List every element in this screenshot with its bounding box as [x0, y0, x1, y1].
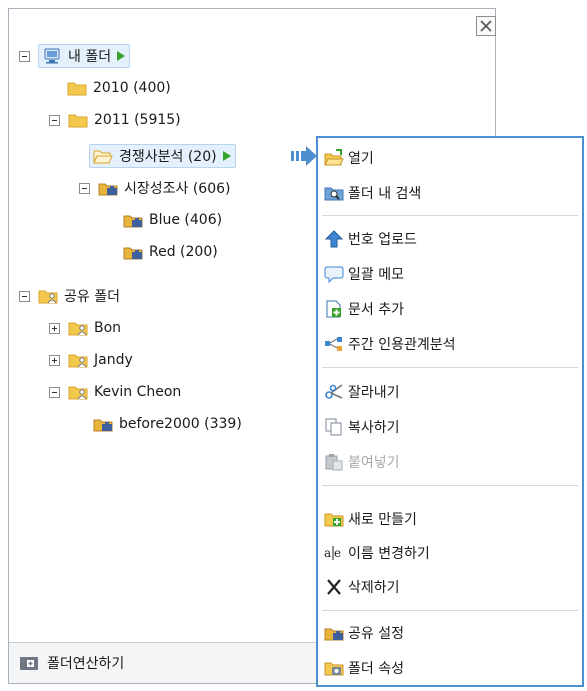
- submenu-pointer-icon: [291, 146, 317, 166]
- play-arrow-icon[interactable]: [117, 51, 126, 61]
- tree-item-kevin-cheon[interactable]: Kevin Cheon: [49, 379, 181, 405]
- menu-item-search-in-folder[interactable]: 폴더 내 검색: [324, 179, 421, 207]
- menu-item-add-document[interactable]: 문서 추가: [324, 295, 404, 323]
- tree-item-shared-folder[interactable]: 공유 폴더: [19, 283, 120, 309]
- collapse-toggle[interactable]: [49, 386, 60, 398]
- scissors-icon: [324, 383, 344, 401]
- menu-item-cut[interactable]: 잘라내기: [324, 378, 400, 406]
- tree-label: 내 폴더: [68, 49, 112, 65]
- menu-separator: [322, 367, 578, 368]
- folder-add-icon: [19, 654, 39, 672]
- menu-item-new-folder[interactable]: 새로 만들기: [324, 505, 417, 533]
- paste-icon: [324, 453, 344, 471]
- tree-label: Blue (406): [149, 212, 223, 228]
- open-folder-icon: [93, 147, 113, 165]
- svg-text:a: a: [324, 546, 331, 560]
- shared-folder-icon: [38, 287, 58, 305]
- folder-properties-icon: [324, 659, 344, 677]
- menu-item-delete[interactable]: 삭제하기: [324, 573, 400, 601]
- play-arrow-icon[interactable]: [222, 151, 231, 161]
- collapse-toggle[interactable]: [79, 182, 90, 194]
- tree-item-blue[interactable]: Blue (406): [123, 207, 222, 233]
- new-folder-icon: [324, 510, 344, 528]
- tree-item-market-research[interactable]: 시장성조사 (606): [79, 175, 231, 201]
- computer-icon: [42, 47, 62, 65]
- folder-icon: [67, 79, 87, 97]
- menu-item-number-upload[interactable]: 번호 업로드: [324, 225, 417, 253]
- menu-item-citation-analysis[interactable]: 주간 인용관계분석: [324, 330, 456, 358]
- tree-item-red[interactable]: Red (200): [123, 239, 218, 265]
- case-folder-icon: [93, 415, 113, 433]
- menu-item-batch-memo[interactable]: 일괄 메모: [324, 260, 404, 288]
- svg-text:e: e: [334, 546, 341, 560]
- tree-label: Jandy: [94, 352, 133, 368]
- shared-folder-icon: [68, 383, 88, 401]
- tree-item-2010[interactable]: 2010 (400): [67, 75, 171, 101]
- menu-separator: [322, 610, 578, 611]
- highlighted-node[interactable]: 경쟁사분석 (20): [89, 144, 236, 168]
- expand-toggle[interactable]: [49, 354, 60, 366]
- tree-label: 시장성조사 (606): [124, 181, 231, 197]
- case-folder-icon: [123, 211, 143, 229]
- folder-operations-label[interactable]: 폴더연산하기: [47, 653, 124, 673]
- collapse-toggle[interactable]: [19, 290, 30, 302]
- tree-label: 경쟁사분석 (20): [119, 149, 217, 165]
- case-folder-icon: [123, 243, 143, 261]
- share-folder-icon: [324, 624, 344, 642]
- folder-icon: [68, 111, 88, 129]
- speech-bubble-icon: [324, 265, 344, 283]
- tree-item-competitor-analysis[interactable]: 경쟁사분석 (20): [89, 143, 236, 169]
- tree-label: 2010 (400): [93, 80, 171, 96]
- close-button[interactable]: [476, 16, 496, 36]
- collapse-toggle[interactable]: [49, 114, 60, 126]
- tree-item-my-folder[interactable]: 내 폴더: [19, 43, 131, 69]
- open-folder-icon: [324, 149, 344, 167]
- tree-label: Bon: [94, 320, 122, 336]
- tree-label: 공유 폴더: [64, 289, 120, 305]
- tree-label: Kevin Cheon: [94, 384, 182, 400]
- shared-folder-icon: [68, 319, 88, 337]
- menu-item-open[interactable]: 열기: [324, 144, 374, 172]
- expand-toggle[interactable]: [49, 322, 60, 334]
- tree-label: 2011 (5915): [94, 112, 181, 128]
- document-add-icon: [324, 300, 344, 318]
- menu-item-share-settings[interactable]: 공유 설정: [324, 619, 404, 647]
- rename-icon: ae: [324, 544, 344, 562]
- case-folder-icon: [98, 179, 118, 197]
- menu-item-rename[interactable]: ae 이름 변경하기: [324, 539, 430, 567]
- network-icon: [324, 335, 344, 353]
- tree-label: before2000 (339): [119, 416, 242, 432]
- menu-item-copy[interactable]: 복사하기: [324, 413, 400, 441]
- shared-folder-icon: [68, 351, 88, 369]
- collapse-toggle[interactable]: [19, 50, 30, 62]
- upload-arrow-icon: [324, 230, 344, 248]
- menu-separator: [322, 215, 578, 216]
- tree-label: Red (200): [149, 244, 218, 260]
- menu-item-folder-properties[interactable]: 폴더 속성: [324, 654, 404, 682]
- delete-x-icon: [324, 578, 344, 596]
- tree-item-before2000[interactable]: before2000 (339): [93, 411, 242, 437]
- copy-icon: [324, 418, 344, 436]
- folder-search-icon: [324, 184, 344, 202]
- menu-item-paste[interactable]: 붙여넣기: [324, 448, 400, 476]
- tree-item-jandy[interactable]: Jandy: [49, 347, 133, 373]
- tree-item-2011[interactable]: 2011 (5915): [49, 107, 181, 133]
- selected-node[interactable]: 내 폴더: [38, 44, 131, 68]
- context-menu: 열기 폴더 내 검색 번호 업로드 일괄 메모 문서 추가 주간 인용관계분석: [316, 136, 584, 687]
- menu-separator: [322, 485, 578, 486]
- close-icon: [480, 20, 492, 32]
- tree-item-bon[interactable]: Bon: [49, 315, 121, 341]
